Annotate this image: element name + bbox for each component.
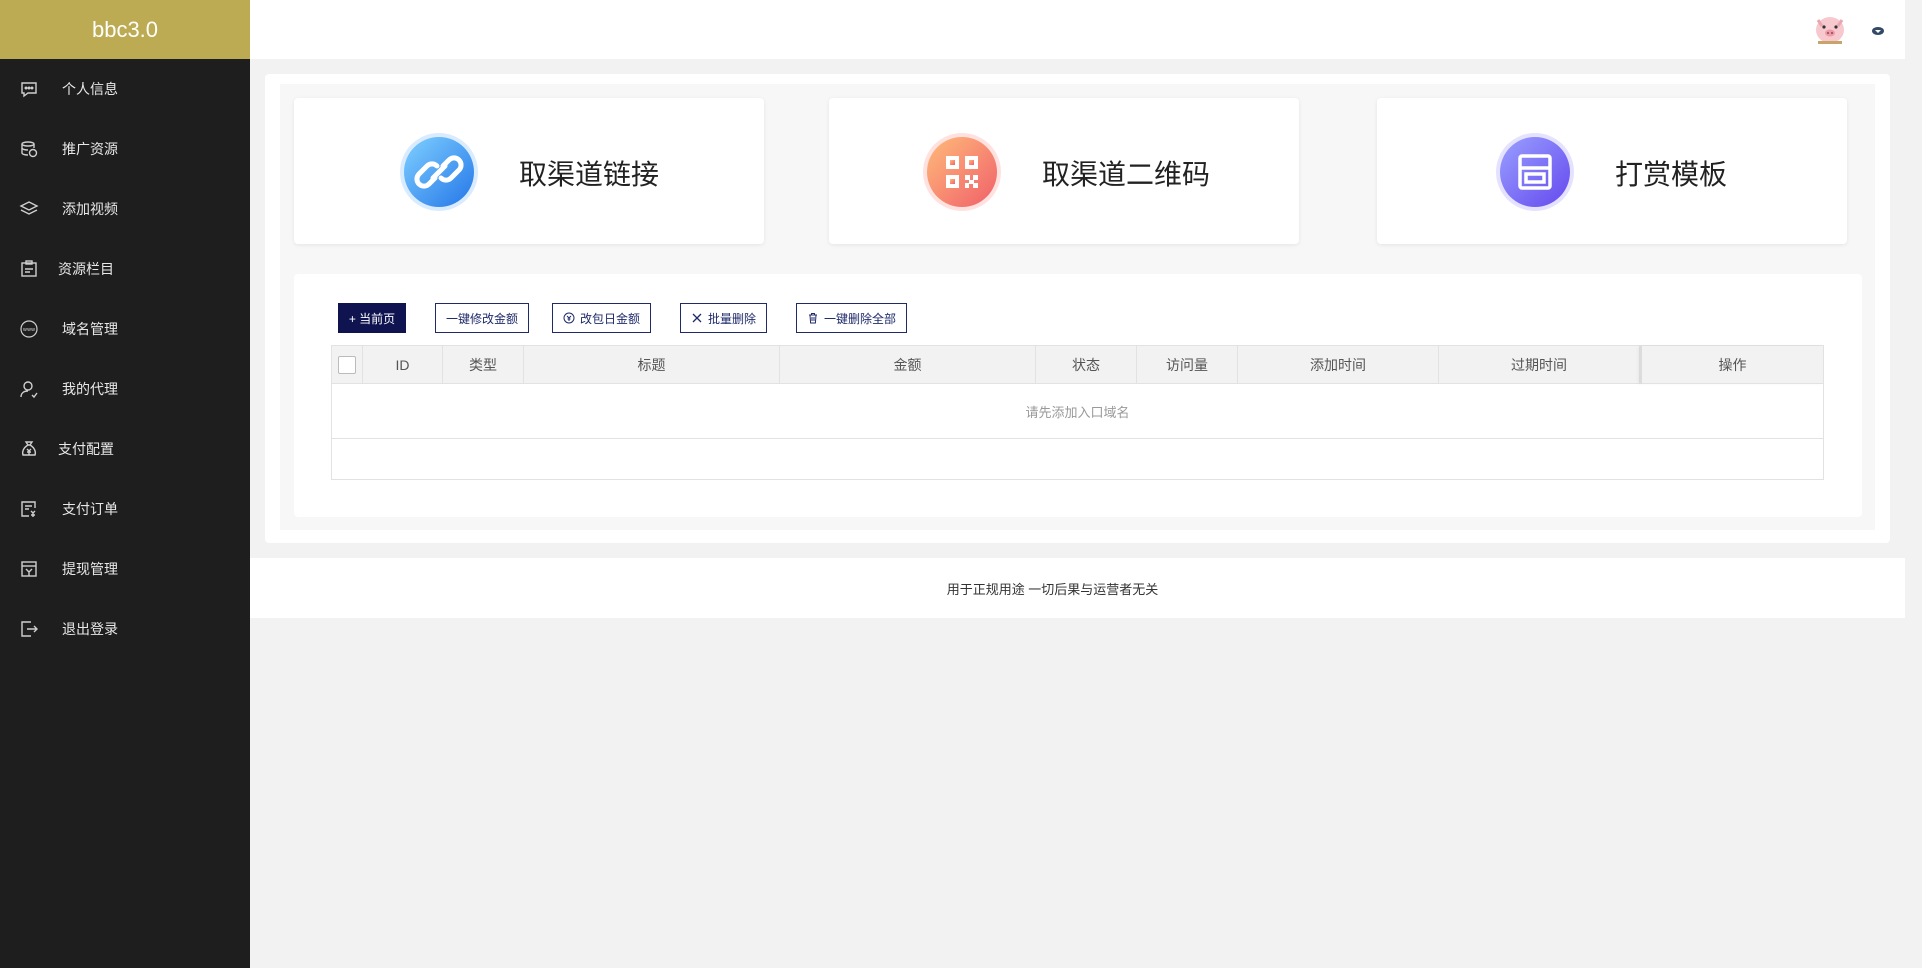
column-header-id[interactable]: ID xyxy=(363,346,443,384)
sidebar-item-label: 支付配置 xyxy=(58,441,114,457)
qrcode-icon xyxy=(922,132,1002,212)
pig-avatar-icon[interactable] xyxy=(1812,12,1848,48)
sidebar-item-label: 资源栏目 xyxy=(58,261,114,277)
current-page-button[interactable]: + 当前页 xyxy=(338,303,406,333)
clipboard-icon xyxy=(19,259,39,279)
money-bag-icon xyxy=(19,439,39,459)
template-icon xyxy=(1495,132,1575,212)
sidebar-item-label: 支付订单 xyxy=(62,501,118,517)
layers-icon xyxy=(19,199,39,219)
domain-table-card: + 当前页 一键修改金额 改包日金额 批量删除 一键删除全部 ID 类型 标题 … xyxy=(294,274,1862,517)
close-icon xyxy=(691,312,703,324)
domain-table: ID 类型 标题 金额 状态 访问量 添加时间 过期时间 操作 请先添加入口域名 xyxy=(331,345,1824,480)
column-header-expire-time[interactable]: 过期时间 xyxy=(1439,346,1640,384)
sidebar-item-my-agent[interactable]: 我的代理 xyxy=(0,359,250,419)
top-header xyxy=(250,0,1905,59)
column-header-type[interactable]: 类型 xyxy=(443,346,524,384)
channel-qrcode-card[interactable]: 取渠道二维码 xyxy=(829,98,1299,244)
sidebar-item-domain-management[interactable]: www 域名管理 xyxy=(0,299,250,359)
footer-text: 用于正规用途 一切后果与运营者无关 xyxy=(946,581,1159,597)
table-spacer-row xyxy=(332,439,1823,479)
sidebar-item-logout[interactable]: 退出登录 xyxy=(0,599,250,659)
sidebar-item-label: 我的代理 xyxy=(62,381,118,397)
sidebar-item-promo-resources[interactable]: 推广资源 xyxy=(0,119,250,179)
batch-delete-button[interactable]: 批量删除 xyxy=(680,303,767,333)
table-header: ID 类型 标题 金额 状态 访问量 添加时间 过期时间 操作 xyxy=(332,346,1823,384)
coins-stack-icon xyxy=(19,139,39,159)
brand-logo[interactable]: bbc3.0 xyxy=(0,0,250,59)
sidebar-item-payment-config[interactable]: 支付配置 xyxy=(0,419,250,479)
sidebar-item-resource-columns[interactable]: 资源栏目 xyxy=(0,239,250,299)
main-content: 取渠道链接 取渠道二维码 打赏模板 + 当前页 一键修改金额 改包日金额 批量删… xyxy=(280,84,1875,530)
sidebar-item-label: 添加视频 xyxy=(62,201,118,217)
sidebar-menu: 个人信息 推广资源 添加视频 资源栏目 www 域名管理 我的代理 支付配置 支… xyxy=(0,59,250,659)
sidebar-item-label: 个人信息 xyxy=(62,81,118,97)
withdraw-icon xyxy=(19,559,39,579)
money-circle-icon xyxy=(563,312,575,324)
www-globe-icon: www xyxy=(19,319,39,339)
column-header-amount[interactable]: 金额 xyxy=(780,346,1036,384)
sidebar-item-add-video[interactable]: 添加视频 xyxy=(0,179,250,239)
batch-delete-label: 批量删除 xyxy=(707,311,756,326)
main-panel: 取渠道链接 取渠道二维码 打赏模板 + 当前页 一键修改金额 改包日金额 批量删… xyxy=(265,74,1890,543)
select-all-cell xyxy=(332,346,363,384)
channel-link-card[interactable]: 取渠道链接 xyxy=(294,98,764,244)
column-header-status[interactable]: 状态 xyxy=(1036,346,1137,384)
svg-text:www: www xyxy=(23,327,35,333)
column-header-add-time[interactable]: 添加时间 xyxy=(1238,346,1439,384)
trash-icon xyxy=(807,312,819,324)
edit-daily-amount-label: 改包日金额 xyxy=(579,311,640,326)
edit-amount-button[interactable]: 一键修改金额 xyxy=(435,303,529,333)
delete-all-label: 一键删除全部 xyxy=(823,311,896,326)
logout-icon xyxy=(19,619,39,639)
edit-daily-amount-button[interactable]: 改包日金额 xyxy=(552,303,651,333)
sidebar-item-withdraw-management[interactable]: 提现管理 xyxy=(0,539,250,599)
sidebar-item-label: 域名管理 xyxy=(62,321,118,337)
sidebar-item-profile[interactable]: 个人信息 xyxy=(0,59,250,119)
chat-bubble-icon xyxy=(19,79,39,99)
sidebar-item-label: 提现管理 xyxy=(62,561,118,577)
sidebar-item-label: 退出登录 xyxy=(62,621,118,637)
user-icon xyxy=(19,379,39,399)
caret-down-icon[interactable] xyxy=(1871,23,1885,35)
card-label: 取渠道链接 xyxy=(519,159,660,190)
sidebar-item-payment-orders[interactable]: 支付订单 xyxy=(0,479,250,539)
table-empty-message: 请先添加入口域名 xyxy=(332,384,1823,439)
delete-all-button[interactable]: 一键删除全部 xyxy=(796,303,907,333)
column-header-actions: 操作 xyxy=(1640,346,1823,384)
column-header-visits[interactable]: 访问量 xyxy=(1137,346,1238,384)
reward-template-card[interactable]: 打赏模板 xyxy=(1377,98,1847,244)
sidebar: bbc3.0 个人信息 推广资源 添加视频 资源栏目 www 域名管理 我的代理… xyxy=(0,0,250,968)
link-icon xyxy=(399,132,479,212)
select-all-checkbox[interactable] xyxy=(338,356,356,374)
column-header-title[interactable]: 标题 xyxy=(524,346,780,384)
sidebar-item-label: 推广资源 xyxy=(62,141,118,157)
receipt-yen-icon xyxy=(19,499,39,519)
card-label: 取渠道二维码 xyxy=(1042,159,1211,190)
card-label: 打赏模板 xyxy=(1615,159,1728,190)
page-footer: 用于正规用途 一切后果与运营者无关 xyxy=(250,558,1905,618)
